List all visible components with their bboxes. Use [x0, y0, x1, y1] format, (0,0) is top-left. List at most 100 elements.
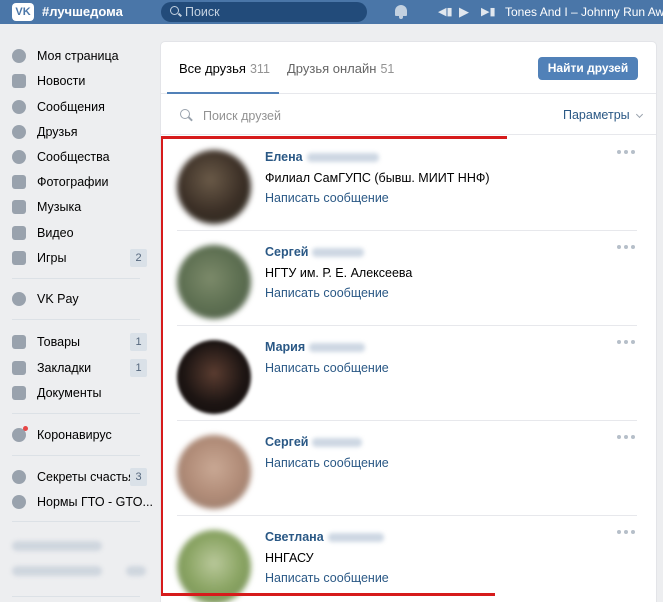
- friend-icon: [12, 125, 26, 139]
- red-annotation-top: [161, 136, 507, 139]
- write-message-link[interactable]: Написать сообщение: [265, 361, 389, 375]
- sidebar-divider: [12, 278, 140, 279]
- friend-name-link[interactable]: Елена: [265, 150, 379, 164]
- write-message-link[interactable]: Написать сообщение: [265, 191, 389, 205]
- friend-row: Сергей НГТУ им. Р. Е. Алексеева Написать…: [161, 231, 656, 326]
- friend-row: Светлана ННГАСУ Написать сообщение: [161, 516, 656, 602]
- friend-name-link[interactable]: Мария: [265, 340, 366, 354]
- friend-name-link[interactable]: Сергей: [265, 435, 363, 449]
- tab-count: 51: [380, 62, 395, 76]
- sidebar-item-goods[interactable]: Товары 1: [0, 330, 152, 354]
- sidebar-item-vkpay[interactable]: VK Pay: [0, 287, 152, 311]
- write-message-link[interactable]: Написать сообщение: [265, 456, 389, 470]
- next-track-icon[interactable]: ▶▮: [481, 5, 496, 19]
- more-icon[interactable]: [617, 435, 637, 441]
- news-icon: [12, 74, 26, 88]
- more-icon[interactable]: [617, 530, 637, 536]
- friends-search-bar: Параметры: [161, 95, 656, 135]
- sidebar-item-photos[interactable]: Фотографии: [0, 170, 152, 194]
- sidebar-item-friends[interactable]: Друзья: [0, 120, 152, 144]
- sidebar-item-group-happiness[interactable]: Секреты счастья 3: [0, 465, 152, 489]
- sidebar-item-messages[interactable]: Сообщения: [0, 95, 152, 119]
- header-search[interactable]: [161, 2, 367, 22]
- friend-subtitle: ННГАСУ: [265, 551, 314, 565]
- sidebar-item-video[interactable]: Видео: [0, 221, 152, 245]
- search-input[interactable]: [185, 4, 355, 20]
- previous-track-icon[interactable]: ◀▮: [438, 5, 453, 19]
- document-icon: [12, 386, 26, 400]
- sidebar-item-label: Документы: [37, 386, 102, 400]
- red-annotation-bottom: [161, 593, 495, 596]
- sidebar-item-label: Игры: [37, 251, 67, 265]
- active-tab-underline: [167, 92, 279, 94]
- play-icon[interactable]: ▶: [459, 5, 469, 19]
- friend-avatar[interactable]: [177, 530, 251, 602]
- blurred-surname: [312, 248, 365, 258]
- friend-subtitle: Филиал СамГУПС (бывш. МИИТ ННФ): [265, 171, 490, 185]
- blurred-sidebar-item[interactable]: [12, 541, 102, 551]
- sidebar-item-coronavirus[interactable]: Коронавирус: [0, 423, 152, 447]
- sidebar-divider: [12, 455, 140, 456]
- sidebar-divider: [12, 413, 140, 414]
- write-message-link[interactable]: Написать сообщение: [265, 286, 389, 300]
- sidebar-item-games[interactable]: Игры 2: [0, 246, 152, 270]
- blurred-surname: [309, 343, 366, 353]
- red-annotation-side: [161, 138, 163, 596]
- sidebar-item-label: Новости: [37, 74, 86, 88]
- search-icon: [170, 6, 179, 15]
- sidebar-item-my-page[interactable]: Моя страница: [0, 44, 152, 68]
- tab-count: 311: [249, 62, 270, 76]
- more-icon[interactable]: [617, 340, 637, 346]
- more-icon[interactable]: [617, 245, 637, 251]
- sidebar-item-label: Друзья: [37, 125, 78, 139]
- vk-logo[interactable]: VK: [12, 3, 34, 21]
- bell-icon[interactable]: [394, 4, 408, 19]
- more-icon[interactable]: [617, 150, 637, 156]
- sidebar-item-label: Музыка: [37, 200, 82, 214]
- friend-avatar[interactable]: [177, 435, 251, 509]
- write-message-link[interactable]: Написать сообщение: [265, 571, 389, 585]
- find-friends-button[interactable]: Найти друзей: [538, 57, 638, 80]
- friend-avatar[interactable]: [177, 340, 251, 414]
- sidebar-item-documents[interactable]: Документы: [0, 381, 152, 405]
- sidebar-item-label: Товары: [37, 335, 80, 349]
- sidebar-item-label: Сообщения: [37, 100, 105, 114]
- friend-avatar[interactable]: [177, 245, 251, 319]
- vkpay-icon: [12, 292, 26, 306]
- hashtag-label[interactable]: #лучшедома: [42, 4, 123, 19]
- friends-search-input[interactable]: [203, 107, 453, 125]
- sidebar-item-label: Нормы ГТО - GTO...: [37, 495, 153, 509]
- top-header: VK #лучшедома ◀▮ ▶ ▶▮ Tones And I – John…: [0, 0, 663, 24]
- friend-avatar[interactable]: [177, 150, 251, 224]
- blurred-sidebar-item[interactable]: [12, 566, 102, 576]
- sidebar-item-label: Закладки: [37, 361, 92, 375]
- friend-row: Елена Филиал СамГУПС (бывш. МИИТ ННФ) На…: [161, 136, 656, 231]
- now-playing-track[interactable]: Tones And I – Johnny Run Away: [505, 5, 663, 19]
- sidebar-item-label: Коронавирус: [37, 428, 112, 442]
- gamepad-icon: [12, 251, 26, 265]
- tab-all-friends[interactable]: Все друзья 311: [179, 61, 270, 76]
- sidebar-item-news[interactable]: Новости: [0, 69, 152, 93]
- chevron-down-icon: [635, 110, 643, 119]
- video-icon: [12, 226, 26, 240]
- tab-friends-online[interactable]: Друзья онлайн 51: [287, 61, 394, 76]
- notification-dot: [23, 426, 28, 431]
- sidebar-item-label: Моя страница: [37, 49, 119, 63]
- friend-subtitle: НГТУ им. Р. Е. Алексеева: [265, 266, 413, 280]
- sidebar-item-communities[interactable]: Сообщества: [0, 145, 152, 169]
- friend-name-link[interactable]: Светлана: [265, 530, 384, 544]
- tab-label: Друзья онлайн: [287, 61, 377, 76]
- group-icon: [12, 150, 26, 164]
- friend-name-link[interactable]: Сергей: [265, 245, 365, 259]
- friends-card: Все друзья 311 Друзья онлайн 51 Найти друз…: [161, 42, 656, 602]
- camera-icon: [12, 175, 26, 189]
- parameters-dropdown[interactable]: Параметры: [563, 108, 643, 122]
- sidebar-item-music[interactable]: Музыка: [0, 195, 152, 219]
- sidebar-item-label: VK Pay: [37, 292, 79, 306]
- games-counter: 2: [130, 249, 147, 267]
- sidebar-item-group-gto[interactable]: Нормы ГТО - GTO...: [0, 490, 153, 514]
- group-counter: 3: [130, 468, 147, 486]
- sidebar-item-bookmarks[interactable]: Закладки 1: [0, 356, 152, 380]
- blurred-surname: [327, 533, 384, 543]
- shopping-bag-icon: [12, 335, 26, 349]
